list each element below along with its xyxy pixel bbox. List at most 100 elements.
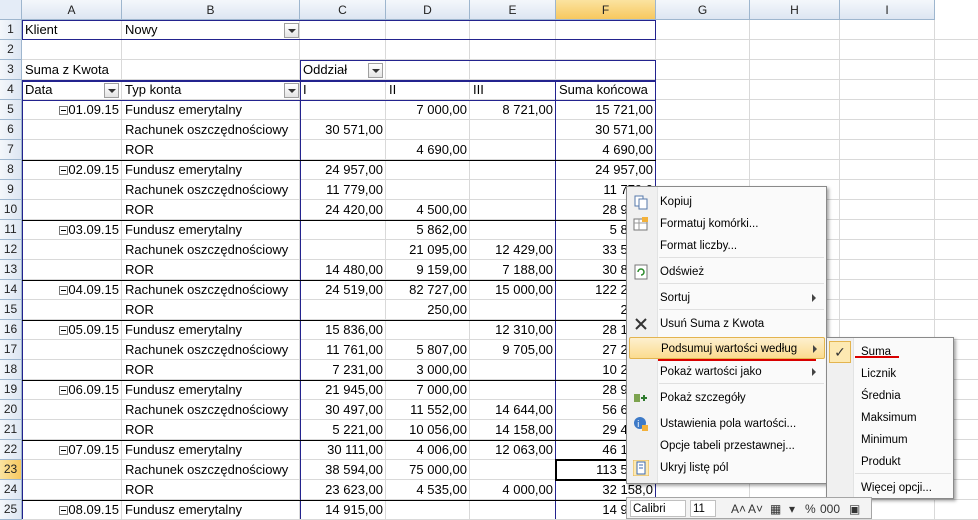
row-header-7[interactable]: 7 [0,140,22,160]
percent-button[interactable]: % [805,500,816,518]
column-field-dropdown[interactable] [368,63,383,78]
date-cell[interactable]: 08.09.15 [22,500,122,520]
account-type-cell[interactable]: ROR [122,480,300,500]
row-header-24[interactable]: 24 [0,480,22,500]
value-cell-ii[interactable]: 4 535,00 [386,480,470,500]
values-label-cell[interactable]: Suma z Kwota [22,60,300,80]
value-cell-i[interactable]: 24 957,00 [300,160,386,180]
value-cell-i[interactable] [300,220,386,240]
row-header-6[interactable]: 6 [0,120,22,140]
value-cell-i[interactable]: 21 945,00 [300,380,386,400]
row-header-22[interactable]: 22 [0,440,22,460]
date-cell[interactable]: 04.09.15 [22,280,122,300]
value-cell-ii[interactable]: 250,00 [386,300,470,320]
row-header-17[interactable]: 17 [0,340,22,360]
row-header-19[interactable]: 19 [0,380,22,400]
value-cell-iii[interactable] [470,160,556,180]
value-cell-ii[interactable] [386,180,470,200]
account-type-cell[interactable]: ROR [122,260,300,280]
value-cell-ii[interactable]: 7 000,00 [386,380,470,400]
font-name-box[interactable]: Calibri [630,500,686,517]
row-header-4[interactable]: 4 [0,80,22,100]
value-cell-iii[interactable]: 12 429,00 [470,240,556,260]
value-cell-iii[interactable]: 12 063,00 [470,440,556,460]
date-cell[interactable]: 07.09.15 [22,440,122,460]
value-cell-i[interactable]: 24 420,00 [300,200,386,220]
value-cell-ii[interactable] [386,160,470,180]
menu-item-odśwież[interactable]: Odśwież [629,261,825,283]
row-header-5[interactable]: 5 [0,100,22,120]
value-cell-i[interactable] [300,100,386,120]
submenu-item-średnia[interactable]: Średnia [829,385,952,407]
value-cell-iii[interactable] [470,460,556,480]
grand-total-cell[interactable]: 15 721,00 [556,100,656,120]
menu-item-sortuj[interactable]: Sortuj [629,287,825,309]
account-type-cell[interactable]: ROR [122,420,300,440]
column-header-i[interactable]: I [840,0,935,20]
submenu-item-więcej-opcji[interactable]: Więcej opcji... [829,477,952,499]
menu-item-podsumuj-wartości-według[interactable]: Podsumuj wartości według [629,337,825,359]
row-header-16[interactable]: 16 [0,320,22,340]
value-cell-iii[interactable] [470,300,556,320]
value-cell-iii[interactable] [470,380,556,400]
account-type-cell[interactable]: Fundusz emerytalny [122,500,300,520]
column-header-a[interactable]: A [22,0,122,20]
menu-item-ukryj-listę-pól[interactable]: Ukryj listę pól [629,457,825,479]
column-header-e[interactable]: E [470,0,556,20]
account-type-cell[interactable]: Fundusz emerytalny [122,440,300,460]
account-type-cell[interactable]: Rachunek oszczędnościowy [122,240,300,260]
value-cell-i[interactable]: 30 497,00 [300,400,386,420]
value-cell-iii[interactable] [470,360,556,380]
font-size-box[interactable]: 11 [690,500,716,517]
header-total-cell[interactable]: Suma końcowa [556,80,656,100]
account-type-cell[interactable]: Rachunek oszczędnościowy [122,180,300,200]
header-type-cell[interactable]: Typ konta [122,80,300,100]
row-header-21[interactable]: 21 [0,420,22,440]
value-cell-i[interactable] [300,140,386,160]
value-cell-i[interactable]: 5 221,00 [300,420,386,440]
value-cell-iii[interactable]: 9 705,00 [470,340,556,360]
account-type-cell[interactable]: Fundusz emerytalny [122,100,300,120]
value-cell-i[interactable] [300,240,386,260]
submenu-item-maksimum[interactable]: Maksimum [829,407,952,429]
column-header-h[interactable]: H [750,0,840,20]
value-cell-ii[interactable]: 4 500,00 [386,200,470,220]
value-cell-ii[interactable] [386,320,470,340]
account-type-cell[interactable]: Fundusz emerytalny [122,220,300,240]
row-header-20[interactable]: 20 [0,400,22,420]
menu-item-ustawienia-pola-wartości[interactable]: Ustawienia pola wartości... i [629,413,825,435]
select-all-corner[interactable] [0,0,22,20]
account-type-cell[interactable]: Fundusz emerytalny [122,320,300,340]
column-header-f[interactable]: F [556,0,656,20]
value-cell-i[interactable]: 14 480,00 [300,260,386,280]
value-cell-ii[interactable]: 5 862,00 [386,220,470,240]
value-cell-i[interactable]: 30 571,00 [300,120,386,140]
value-cell-ii[interactable]: 7 000,00 [386,100,470,120]
value-cell-iii[interactable]: 8 721,00 [470,100,556,120]
date-cell[interactable]: 01.09.15 [22,100,122,120]
submenu-item-produkt[interactable]: Produkt [829,451,952,473]
header-branch-3[interactable]: III [470,80,556,100]
value-cell-i[interactable]: 7 231,00 [300,360,386,380]
menu-item-usuń-suma-z-kwota[interactable]: Usuń Suma z Kwota [629,313,825,335]
menu-item-format-liczby[interactable]: Format liczby... [629,235,825,257]
column-header-b[interactable]: B [122,0,300,20]
value-cell-iii[interactable] [470,180,556,200]
value-cell-i[interactable]: 30 111,00 [300,440,386,460]
column-header-g[interactable]: G [656,0,750,20]
value-cell-ii[interactable]: 21 095,00 [386,240,470,260]
value-cell-iii[interactable] [470,120,556,140]
data-dropdown[interactable] [104,83,119,98]
account-type-cell[interactable]: Rachunek oszczędnościowy [122,400,300,420]
filter-dropdown-button[interactable] [284,23,299,38]
account-type-cell[interactable]: ROR [122,200,300,220]
column-header-c[interactable]: C [300,0,386,20]
value-cell-i[interactable]: 14 915,00 [300,500,386,520]
menu-item-pokaż-szczegóły[interactable]: Pokaż szczegóły [629,387,825,409]
value-cell-ii[interactable]: 4 690,00 [386,140,470,160]
row-header-11[interactable]: 11 [0,220,22,240]
header-branch-2[interactable]: II [386,80,470,100]
value-cell-iii[interactable] [470,220,556,240]
menu-item-formatuj-komórki[interactable]: Formatuj komórki... [629,213,825,235]
value-cell-ii[interactable]: 82 727,00 [386,280,470,300]
